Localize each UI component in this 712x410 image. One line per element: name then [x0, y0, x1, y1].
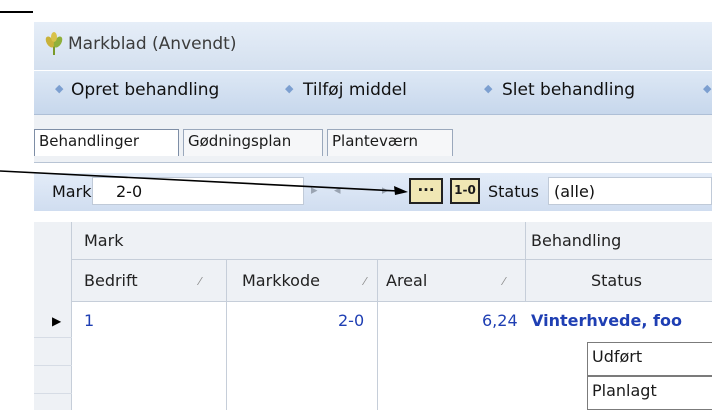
row-separator — [34, 365, 72, 366]
column-header-bedrift[interactable]: Bedrift — [84, 271, 138, 290]
cell-markkode[interactable]: 2-0 — [338, 311, 364, 330]
crop-cell[interactable]: Vinterhvede, foo — [527, 304, 712, 338]
bullet-icon: ◆ — [55, 82, 64, 95]
current-row-indicator-icon: ▶ — [52, 314, 62, 328]
tab-goedningsplan[interactable]: Gødningsplan — [183, 129, 323, 156]
band-divider — [525, 222, 526, 260]
sort-indicator-icon: ⁄ — [364, 275, 366, 288]
column-divider[interactable] — [525, 260, 526, 302]
add-agent-button[interactable]: Tilføj middel — [303, 80, 407, 100]
code-button[interactable]: 1-0 — [450, 178, 480, 204]
status-value: (alle) — [554, 182, 596, 201]
window-title: Markblad (Anvendt) — [68, 34, 237, 54]
bullet-icon: ◆ — [703, 82, 712, 95]
bullet-icon: ◆ — [484, 82, 493, 95]
tab-plantevaern[interactable]: Planteværn — [327, 129, 453, 156]
sort-indicator-icon: ⁄ — [199, 275, 201, 288]
band-header-behandling: Behandling — [531, 231, 622, 250]
cell-crop: Vinterhvede, foo — [531, 311, 682, 330]
column-header-markkode[interactable]: Markkode — [242, 271, 320, 290]
row-header-column — [34, 260, 72, 302]
band-header-mark: Mark — [84, 231, 124, 250]
cell-bedrift[interactable]: 1 — [84, 311, 94, 330]
column-header-areal[interactable]: Areal — [386, 271, 427, 290]
bullet-icon: ◆ — [285, 82, 294, 95]
tab-behandlinger[interactable]: Behandlinger — [34, 129, 179, 156]
row-separator — [34, 337, 72, 338]
column-header-status[interactable]: Status — [591, 271, 642, 290]
create-treatment-button[interactable]: Opret behandling — [71, 80, 219, 100]
row-separator — [34, 393, 72, 394]
column-divider[interactable] — [226, 260, 227, 410]
cell-areal[interactable]: 6,24 — [482, 311, 518, 330]
column-divider[interactable] — [377, 260, 378, 410]
delete-treatment-button[interactable]: Slet behandling — [502, 80, 635, 100]
status-label: Status — [488, 182, 539, 201]
sub-status-row[interactable]: Planlagt — [587, 376, 712, 410]
wheat-icon — [44, 32, 64, 56]
top-stub-line — [0, 11, 33, 13]
annotation-arrow — [0, 170, 408, 195]
sort-indicator-icon: ⁄ — [503, 275, 505, 288]
sub-status-row[interactable]: Udført — [587, 342, 712, 376]
